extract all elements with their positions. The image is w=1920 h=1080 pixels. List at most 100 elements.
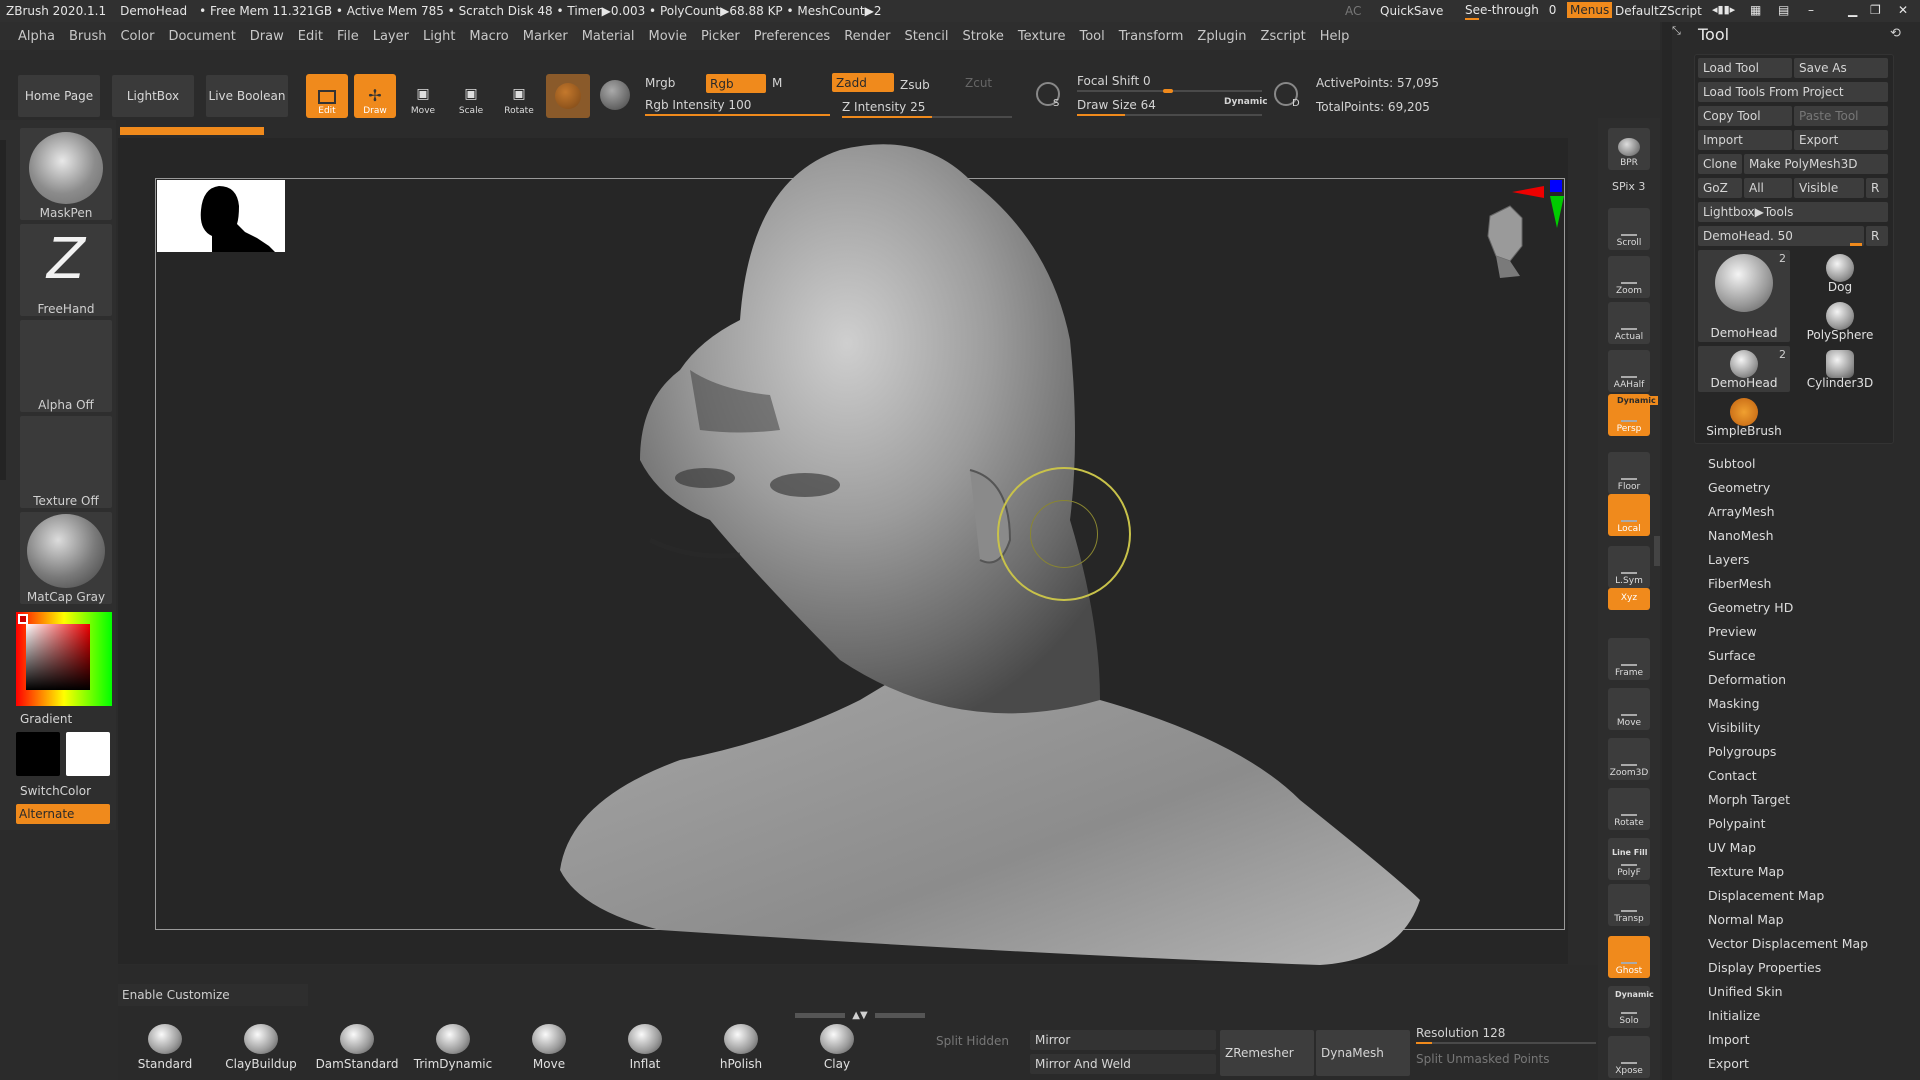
tool-section-uv-map[interactable]: UV Map — [1708, 840, 1756, 855]
navigation-gizmo[interactable] — [1470, 180, 1564, 300]
silhouette-thumbnail[interactable] — [157, 180, 285, 252]
zremesher-button[interactable]: ZRemesher — [1220, 1030, 1314, 1076]
tool-thumb-demohead[interactable]: DemoHead 2 — [1698, 250, 1790, 342]
resolution-slider[interactable]: Resolution 128 — [1416, 1026, 1505, 1040]
menu-picker[interactable]: Picker — [701, 29, 740, 44]
tool-section-export[interactable]: Export — [1708, 1056, 1749, 1071]
bottom-shelf-collapse-handle[interactable]: ▲▼ — [795, 1011, 925, 1021]
tool-section-texture-map[interactable]: Texture Map — [1708, 864, 1784, 879]
live-boolean-button[interactable]: Live Boolean — [206, 75, 288, 117]
load-tools-from-project-button[interactable]: Load Tools From Project — [1698, 82, 1888, 102]
rotate-mode-button[interactable]: ▣ Rotate — [498, 74, 540, 118]
goz-r-button[interactable]: R — [1866, 178, 1888, 198]
restore-window-icon[interactable]: ❐ — [1870, 3, 1881, 17]
menu-brush[interactable]: Brush — [69, 29, 107, 44]
tool-section-polygroups[interactable]: Polygroups — [1708, 744, 1776, 759]
shelf-local-button[interactable]: Local — [1608, 494, 1650, 536]
zadd-button[interactable]: Zadd — [832, 73, 894, 92]
move-mode-button[interactable]: ▣ Move — [402, 74, 444, 118]
alternate-button[interactable]: Alternate — [16, 804, 110, 824]
shelf-ghost-button[interactable]: Ghost — [1608, 936, 1650, 978]
tool-section-geometry[interactable]: Geometry — [1708, 480, 1770, 495]
tool-thumb-simplebrush[interactable]: SimpleBrush — [1698, 394, 1790, 440]
head-sculpt-model[interactable] — [540, 140, 1440, 970]
shelf-move-button[interactable]: Move — [1608, 688, 1650, 730]
enable-customize-button[interactable]: Enable Customize — [118, 984, 308, 1006]
tool-section-nanomesh[interactable]: NanoMesh — [1708, 528, 1774, 543]
tool-section-layers[interactable]: Layers — [1708, 552, 1749, 567]
menu-document[interactable]: Document — [168, 29, 235, 44]
switchcolor-button[interactable]: SwitchColor — [20, 784, 91, 798]
minimize-window-icon[interactable]: ▁ — [1848, 3, 1857, 17]
tool-section-vector-displacement-map[interactable]: Vector Displacement Map — [1708, 936, 1868, 951]
lightbox-button[interactable]: LightBox — [112, 75, 194, 117]
shelf-bpr-button[interactable]: BPR — [1608, 128, 1650, 170]
main-color-swatch[interactable] — [16, 732, 60, 776]
mrgb-button[interactable]: Mrgb — [645, 76, 675, 90]
zcut-button[interactable]: Zcut — [965, 76, 992, 90]
shelf-xyz-button[interactable]: Xyz — [1608, 588, 1650, 610]
color-square[interactable] — [26, 624, 90, 690]
menus-toggle[interactable]: Menus — [1567, 2, 1613, 18]
menu-edit[interactable]: Edit — [298, 29, 323, 44]
tool-thumb-dog[interactable]: Dog — [1794, 250, 1886, 296]
window-layout-icon[interactable]: ▦ — [1750, 3, 1761, 17]
seethrough-slider[interactable]: See-through 0 — [1465, 3, 1556, 20]
rgb-intensity-track[interactable] — [645, 114, 830, 116]
tool-section-visibility[interactable]: Visibility — [1708, 720, 1760, 735]
tool-section-masking[interactable]: Masking — [1708, 696, 1760, 711]
lightbox-tools-button[interactable]: Lightbox▶Tools — [1698, 202, 1888, 222]
split-unmasked-points-button[interactable]: Split Unmasked Points — [1416, 1052, 1550, 1066]
quicksave-button[interactable]: QuickSave — [1380, 4, 1443, 18]
menu-layer[interactable]: Layer — [373, 29, 409, 44]
z-intensity-track[interactable] — [842, 116, 1012, 118]
demohead-subtool-slider[interactable]: DemoHead. 50 — [1698, 226, 1864, 246]
brush-inflat-button[interactable]: Inflat — [598, 1020, 692, 1080]
menu-light[interactable]: Light — [423, 29, 455, 44]
mirror-and-weld-button[interactable]: Mirror And Weld — [1030, 1054, 1216, 1074]
menu-stroke[interactable]: Stroke — [962, 29, 1003, 44]
copy-tool-button[interactable]: Copy Tool — [1698, 106, 1792, 126]
gradient-button[interactable]: Gradient — [20, 712, 72, 726]
tool-section-arraymesh[interactable]: ArrayMesh — [1708, 504, 1775, 519]
brush-standard-button[interactable]: Standard — [118, 1020, 212, 1080]
shelf-floor-button[interactable]: Floor — [1608, 452, 1650, 494]
left-tray-collapse-handle[interactable] — [0, 140, 6, 480]
tool-thumb-demohead[interactable]: DemoHead 2 — [1698, 346, 1790, 392]
shelf-actual-button[interactable]: Actual — [1608, 302, 1650, 344]
shelf-transp-button[interactable]: Transp — [1608, 884, 1650, 926]
tool-section-initialize[interactable]: Initialize — [1708, 1008, 1760, 1023]
tool-section-fibermesh[interactable]: FiberMesh — [1708, 576, 1771, 591]
menu-file[interactable]: File — [337, 29, 359, 44]
shelf-zoom-button[interactable]: Zoom — [1608, 256, 1650, 298]
tool-section-surface[interactable]: Surface — [1708, 648, 1756, 663]
goz-visible-button[interactable]: Visible — [1794, 178, 1864, 198]
shelf-spix-3-button[interactable]: SPix 3 — [1612, 180, 1645, 193]
rgb-button[interactable]: Rgb — [706, 74, 766, 93]
make-polymesh3d-button[interactable]: Make PolyMesh3D — [1744, 154, 1888, 174]
brush-claybuildup-button[interactable]: ClayBuildup — [214, 1020, 308, 1080]
menu-tool[interactable]: Tool — [1079, 29, 1104, 44]
brush-picker[interactable]: MaskPen — [20, 128, 112, 220]
menu-zplugin[interactable]: Zplugin — [1197, 29, 1246, 44]
menu-alpha[interactable]: Alpha — [18, 29, 55, 44]
export-tool-button[interactable]: Export — [1794, 130, 1888, 150]
tool-section-displacement-map[interactable]: Displacement Map — [1708, 888, 1824, 903]
brush-hpolish-button[interactable]: hPolish — [694, 1020, 788, 1080]
home-page-button[interactable]: Home Page — [18, 75, 100, 117]
shelf-polyf-button[interactable]: PolyF — [1608, 838, 1650, 880]
menu-movie[interactable]: Movie — [649, 29, 687, 44]
goz-button[interactable]: GoZ — [1698, 178, 1742, 198]
split-hidden-button[interactable]: Split Hidden — [936, 1034, 1009, 1048]
brush-damstandard-button[interactable]: DamStandard — [310, 1020, 404, 1080]
shelf-scroll-button[interactable]: Scroll — [1608, 208, 1650, 250]
material-picker[interactable]: MatCap Gray — [20, 512, 112, 604]
shelf-l-sym-button[interactable]: L.Sym — [1608, 546, 1650, 588]
dynamic-button[interactable]: Dynamic — [1224, 97, 1268, 107]
material-swatch-button[interactable] — [546, 74, 590, 118]
menu-color[interactable]: Color — [120, 29, 154, 44]
tool-thumb-cylinder3d[interactable]: Cylinder3D — [1794, 346, 1886, 392]
focal-shift-slider[interactable]: Focal Shift 0 — [1077, 74, 1151, 88]
color-sphere-icon[interactable] — [600, 80, 630, 110]
tool-section-polypaint[interactable]: Polypaint — [1708, 816, 1766, 831]
